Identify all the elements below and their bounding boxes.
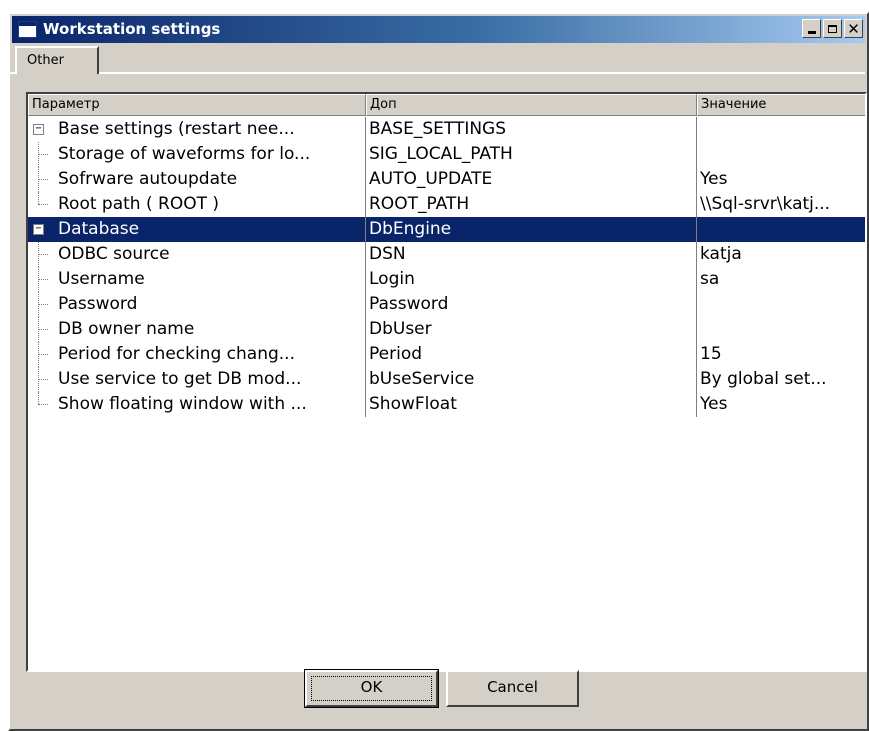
key-cell[interactable]: BASE_SETTINGS — [366, 117, 697, 142]
tree-connector: − — [30, 217, 54, 242]
table-row[interactable]: DB owner name DbUser — [28, 317, 865, 342]
table-row[interactable]: Root path ( ROOT ) ROOT_PATH \\Sql-srvr\ka… — [28, 192, 865, 217]
minimize-button[interactable] — [802, 19, 821, 38]
value-cell[interactable] — [697, 317, 865, 342]
close-icon: ✕ — [847, 19, 860, 38]
settings-grid[interactable]: Параметр Доп Значение − Base settings (re… — [26, 92, 867, 672]
parameter-cell[interactable]: Period for checking chang... — [28, 342, 366, 367]
window-title: Workstation settings — [43, 20, 221, 38]
table-row[interactable]: Sofrware autoupdate AUTO_UPDATE Yes — [28, 167, 865, 192]
value-cell[interactable] — [697, 142, 865, 167]
tree-connector — [30, 167, 54, 192]
tree-connector — [30, 267, 54, 292]
parameter-cell[interactable]: Password — [28, 292, 366, 317]
maximize-icon — [828, 24, 837, 33]
value-cell[interactable]: Yes — [697, 167, 865, 192]
value-cell[interactable] — [697, 292, 865, 317]
parameter-cell[interactable]: Sofrware autoupdate — [28, 167, 366, 192]
column-header-key[interactable]: Доп — [366, 94, 697, 116]
value-cell[interactable]: \\Sql-srvr\katj... — [697, 192, 865, 217]
tab-other[interactable]: Other — [15, 46, 99, 74]
parameter-cell[interactable]: − Base settings (restart nee... — [28, 117, 366, 142]
collapse-icon[interactable]: − — [33, 224, 44, 235]
parameter-cell[interactable]: Show floating window with ... — [28, 392, 366, 417]
table-row[interactable]: Username Login sa — [28, 267, 865, 292]
cancel-button-label: Cancel — [487, 678, 538, 696]
maximize-button[interactable] — [823, 19, 842, 38]
ok-button[interactable]: OK — [304, 669, 439, 708]
tree-connector — [30, 142, 54, 167]
table-row[interactable]: Show floating window with ... ShowFloat Ye… — [28, 392, 865, 417]
table-row[interactable]: − Database DbEngine — [28, 217, 865, 242]
focus-rect — [311, 676, 432, 701]
minimize-icon — [807, 31, 816, 34]
parameter-label: Base settings (restart nee... — [58, 119, 295, 139]
key-cell[interactable]: AUTO_UPDATE — [366, 167, 697, 192]
parameter-cell[interactable]: DB owner name — [28, 317, 366, 342]
tree-connector — [30, 317, 54, 342]
value-cell[interactable]: Yes — [697, 392, 865, 417]
close-button[interactable]: ✕ — [844, 19, 863, 38]
table-row[interactable]: Password Password — [28, 292, 865, 317]
value-cell[interactable]: sa — [697, 267, 865, 292]
table-row[interactable]: Use service to get DB mod... bUseService B… — [28, 367, 865, 392]
key-cell[interactable]: Period — [366, 342, 697, 367]
parameter-label: ODBC source — [58, 244, 170, 264]
tree-connector — [30, 342, 54, 367]
value-cell[interactable]: 15 — [697, 342, 865, 367]
parameter-label: Password — [58, 294, 138, 314]
key-cell[interactable]: bUseService — [366, 367, 697, 392]
parameter-label: Database — [58, 219, 140, 239]
cancel-button[interactable]: Cancel — [446, 670, 579, 707]
value-cell[interactable] — [697, 217, 865, 242]
key-cell[interactable]: DbEngine — [366, 217, 697, 242]
parameter-label: Sofrware autoupdate — [58, 169, 238, 189]
window-icon — [18, 21, 37, 38]
grid-header: Параметр Доп Значение — [28, 94, 865, 116]
table-row[interactable]: − Base settings (restart nee... BASE_SETTI… — [28, 117, 865, 142]
parameter-cell[interactable]: Username — [28, 267, 366, 292]
value-cell[interactable]: By global set... — [697, 367, 865, 392]
key-cell[interactable]: SIG_LOCAL_PATH — [366, 142, 697, 167]
tab-panel-border — [10, 72, 865, 74]
key-cell[interactable]: ROOT_PATH — [366, 192, 697, 217]
parameter-cell[interactable]: − Database — [28, 217, 366, 242]
tree-connector — [30, 367, 54, 392]
key-cell[interactable]: ShowFloat — [366, 392, 697, 417]
table-row[interactable]: Storage of waveforms for lo... SIG_LOCAL_… — [28, 142, 865, 167]
parameter-cell[interactable]: Root path ( ROOT ) — [28, 192, 366, 217]
tree-connector — [30, 242, 54, 267]
column-header-value[interactable]: Значение — [697, 94, 865, 116]
value-cell[interactable] — [697, 117, 865, 142]
column-header-parameter[interactable]: Параметр — [28, 94, 366, 116]
parameter-cell[interactable]: ODBC source — [28, 242, 366, 267]
collapse-icon[interactable]: − — [33, 124, 44, 135]
key-cell[interactable]: DSN — [366, 242, 697, 267]
table-row[interactable]: ODBC source DSN katja — [28, 242, 865, 267]
key-cell[interactable]: Login — [366, 267, 697, 292]
tree-connector — [30, 292, 54, 317]
key-cell[interactable]: DbUser — [366, 317, 697, 342]
parameter-label: DB owner name — [58, 319, 195, 339]
parameter-label: Period for checking chang... — [58, 344, 295, 364]
tab-other-label: Other — [27, 53, 64, 68]
key-cell[interactable]: Password — [366, 292, 697, 317]
tree-connector: − — [30, 117, 54, 142]
parameter-label: Show floating window with ... — [58, 394, 307, 414]
tree-connector — [30, 392, 54, 417]
parameter-label: Root path ( ROOT ) — [58, 194, 220, 214]
table-row[interactable]: Period for checking chang... Period 15 — [28, 342, 865, 367]
value-cell[interactable]: katja — [697, 242, 865, 267]
tree-connector — [30, 192, 54, 217]
parameter-cell[interactable]: Use service to get DB mod... — [28, 367, 366, 392]
parameter-label: Use service to get DB mod... — [58, 369, 302, 389]
parameter-label: Storage of waveforms for lo... — [58, 144, 311, 164]
title-bar[interactable]: Workstation settings ✕ — [12, 16, 865, 43]
parameter-cell[interactable]: Storage of waveforms for lo... — [28, 142, 366, 167]
parameter-label: Username — [58, 269, 145, 289]
